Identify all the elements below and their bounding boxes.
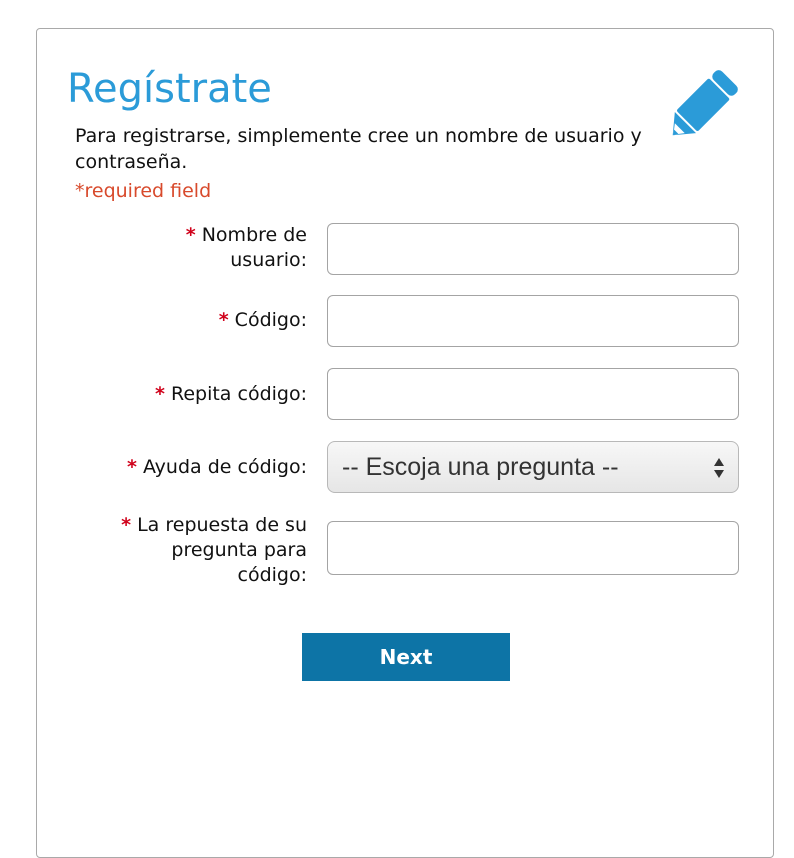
required-marker: * [218,309,229,331]
required-marker: * [185,224,196,246]
registration-card: Regístrate Para registrarse, simplemente… [36,28,774,858]
required-marker: * [126,456,137,478]
hint-answer-label: * La repuesta de su pregunta para código… [121,514,307,586]
hint-question-select[interactable]: -- Escoja una pregunta -- [327,441,739,493]
page-title: Regístrate [67,66,272,112]
username-label: * Nombre de usuario: [185,224,307,271]
intro-text: Para registrarse, simplemente cree un no… [75,125,642,173]
required-marker: * [121,514,132,536]
next-button[interactable]: Next [302,633,510,681]
select-arrows-icon [714,458,724,478]
password-repeat-label: * Repita código: [155,383,307,405]
username-input[interactable] [327,223,739,275]
hint-question-label: * Ayuda de código: [126,456,307,478]
required-field-note: *required field [75,180,212,202]
password-repeat-input[interactable] [327,368,739,420]
password-input[interactable] [327,295,739,347]
required-marker: * [155,383,165,405]
pencil-icon [672,70,738,136]
hint-question-selected: -- Escoja una pregunta -- [342,453,619,481]
hint-answer-input[interactable] [327,521,739,575]
password-label: * Código: [218,309,307,331]
